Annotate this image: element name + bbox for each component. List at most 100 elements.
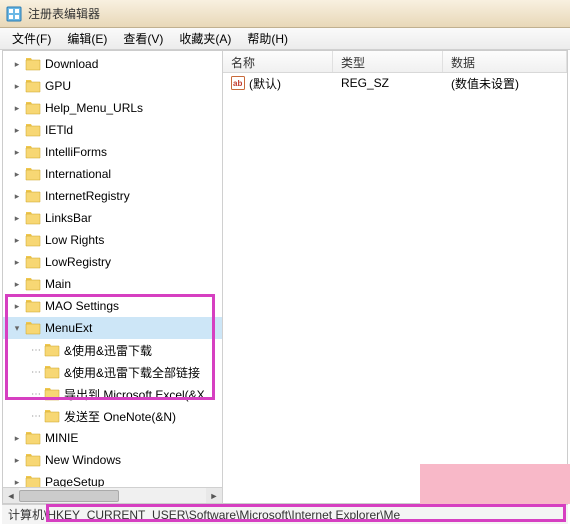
tree-item[interactable]: ▸ MAO Settings xyxy=(3,295,222,317)
titlebar: 注册表编辑器 xyxy=(0,0,570,28)
tree-item[interactable]: ▸ Help_Menu_URLs xyxy=(3,97,222,119)
tree-item[interactable]: ⋯ 导出到 Microsoft Excel(&X xyxy=(3,383,222,405)
folder-icon xyxy=(25,189,41,203)
folder-icon xyxy=(25,299,41,313)
expand-icon[interactable]: ▸ xyxy=(11,454,23,466)
svg-text:ab: ab xyxy=(233,79,242,88)
folder-icon xyxy=(25,79,41,93)
content-area: ▸Download▸GPU▸Help_Menu_URLs▸IETld▸Intel… xyxy=(2,50,568,504)
statusbar: 计算机\HKEY_CURRENT_USER\Software\Microsoft… xyxy=(2,504,568,524)
list-header: 名称 类型 数据 xyxy=(223,51,567,73)
tree-item[interactable]: ⋯ 发送至 OneNote(&N) xyxy=(3,405,222,427)
folder-icon xyxy=(25,255,41,269)
scroll-right-arrow[interactable]: ► xyxy=(206,488,222,503)
tree-connector: ⋯ xyxy=(31,389,40,400)
tree-item[interactable]: ▸ GPU xyxy=(3,75,222,97)
tree-item-label: GPU xyxy=(45,79,71,93)
folder-icon xyxy=(25,277,41,291)
tree-item[interactable]: ▸ LinksBar xyxy=(3,207,222,229)
folder-icon xyxy=(25,321,41,335)
statusbar-path: \HKEY_CURRENT_USER\Software\Microsoft\In… xyxy=(44,508,400,522)
expand-icon[interactable]: ▸ xyxy=(11,168,23,180)
tree-item[interactable]: ▸ LowRegistry xyxy=(3,251,222,273)
tree-item[interactable]: ▸ Download xyxy=(3,53,222,75)
tree-item-label: &使用&迅雷下载 xyxy=(64,342,152,359)
menu-view[interactable]: 查看(V) xyxy=(115,28,171,49)
menu-edit[interactable]: 编辑(E) xyxy=(59,28,115,49)
folder-icon xyxy=(44,365,60,379)
expand-icon[interactable]: ▸ xyxy=(11,102,23,114)
tree-connector: ⋯ xyxy=(31,367,40,378)
tree-item[interactable]: ▸Main xyxy=(3,273,222,295)
folder-icon xyxy=(25,101,41,115)
tree-item-label: Help_Menu_URLs xyxy=(45,101,143,115)
tree-item-label: MenuExt xyxy=(45,321,92,335)
expand-icon[interactable]: ▸ xyxy=(11,256,23,268)
column-header-name[interactable]: 名称 xyxy=(223,51,333,72)
tree-item[interactable]: ▸ MINIE xyxy=(3,427,222,449)
tree-connector: ⋯ xyxy=(31,411,40,422)
scroll-left-arrow[interactable]: ◄ xyxy=(3,488,19,503)
list-row[interactable]: ab (默认) REG_SZ (数值未设置) xyxy=(223,73,567,93)
tree-item[interactable]: ▾ MenuExt xyxy=(3,317,222,339)
annotation-pink-block xyxy=(420,464,570,504)
tree-item-label: New Windows xyxy=(45,453,121,467)
tree-item-label: MINIE xyxy=(45,431,78,445)
folder-icon xyxy=(44,343,60,357)
folder-icon xyxy=(25,145,41,159)
folder-icon xyxy=(44,409,60,423)
expand-icon[interactable]: ▸ xyxy=(11,300,23,312)
tree-item-label: &使用&迅雷下载全部链接 xyxy=(64,364,200,381)
expand-icon[interactable]: ▸ xyxy=(11,212,23,224)
value-name: (默认) xyxy=(249,75,281,92)
statusbar-prefix: 计算机 xyxy=(8,506,44,523)
values-listview[interactable]: 名称 类型 数据 ab (默认) REG_SZ (数值未设置) xyxy=(223,51,567,503)
tree-item-label: MAO Settings xyxy=(45,299,119,313)
value-type: REG_SZ xyxy=(333,76,443,90)
menu-help[interactable]: 帮助(H) xyxy=(239,28,296,49)
folder-icon xyxy=(25,167,41,181)
expand-icon[interactable]: ▸ xyxy=(11,278,23,290)
expand-icon[interactable]: ▸ xyxy=(11,146,23,158)
regedit-app-icon xyxy=(6,6,22,22)
collapse-icon[interactable]: ▾ xyxy=(11,322,23,334)
scrollbar-thumb[interactable] xyxy=(19,490,119,502)
registry-tree[interactable]: ▸Download▸GPU▸Help_Menu_URLs▸IETld▸Intel… xyxy=(3,51,223,503)
tree-item-label: 发送至 OneNote(&N) xyxy=(64,408,176,425)
window-title: 注册表编辑器 xyxy=(28,5,100,22)
tree-item[interactable]: ▸ InternetRegistry xyxy=(3,185,222,207)
tree-item-label: InternetRegistry xyxy=(45,189,130,203)
tree-item[interactable]: ⋯ &使用&迅雷下载 xyxy=(3,339,222,361)
tree-item-label: IntelliForms xyxy=(45,145,107,159)
tree-item-label: LowRegistry xyxy=(45,255,111,269)
tree-item-label: Low Rights xyxy=(45,233,104,247)
tree-horizontal-scrollbar[interactable]: ◄ ► xyxy=(3,487,222,503)
tree-item[interactable]: ▸ IntelliForms xyxy=(3,141,222,163)
folder-icon xyxy=(25,453,41,467)
tree-item[interactable]: ▸IETld xyxy=(3,119,222,141)
tree-item-label: LinksBar xyxy=(45,211,92,225)
tree-item[interactable]: ▸ New Windows xyxy=(3,449,222,471)
menubar: 文件(F) 编辑(E) 查看(V) 收藏夹(A) 帮助(H) xyxy=(0,28,570,50)
tree-item-label: International xyxy=(45,167,111,181)
tree-item[interactable]: ▸ International xyxy=(3,163,222,185)
expand-icon[interactable]: ▸ xyxy=(11,190,23,202)
tree-item[interactable]: ▸ Low Rights xyxy=(3,229,222,251)
folder-icon xyxy=(25,123,41,137)
expand-icon[interactable]: ▸ xyxy=(11,58,23,70)
expand-icon[interactable]: ▸ xyxy=(11,432,23,444)
column-header-type[interactable]: 类型 xyxy=(333,51,443,72)
expand-icon[interactable]: ▸ xyxy=(11,234,23,246)
menu-favorites[interactable]: 收藏夹(A) xyxy=(171,28,239,49)
menu-file[interactable]: 文件(F) xyxy=(4,28,59,49)
tree-item[interactable]: ⋯ &使用&迅雷下载全部链接 xyxy=(3,361,222,383)
folder-icon xyxy=(25,233,41,247)
tree-item-label: Download xyxy=(45,57,98,71)
folder-icon xyxy=(25,57,41,71)
folder-icon xyxy=(25,211,41,225)
expand-icon[interactable]: ▸ xyxy=(11,124,23,136)
tree-item-label: 导出到 Microsoft Excel(&X xyxy=(64,386,205,403)
column-header-data[interactable]: 数据 xyxy=(443,51,567,72)
tree-connector: ⋯ xyxy=(31,345,40,356)
expand-icon[interactable]: ▸ xyxy=(11,80,23,92)
